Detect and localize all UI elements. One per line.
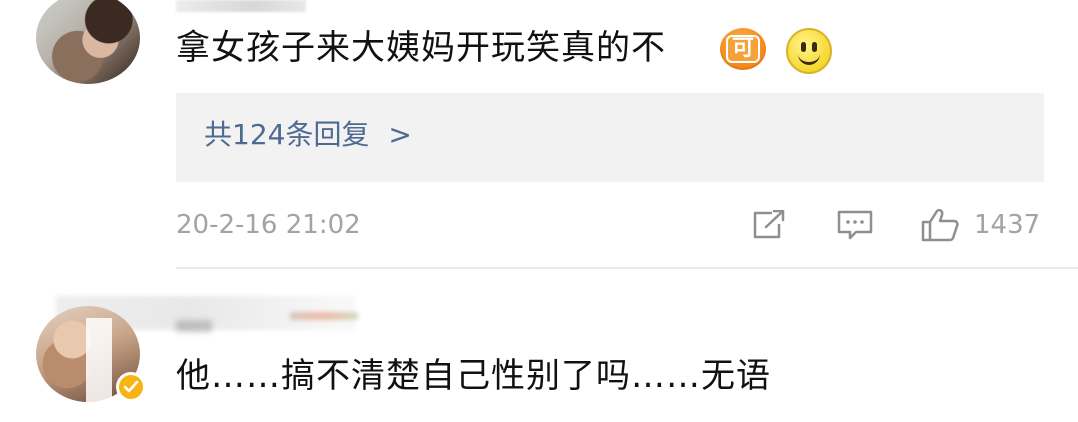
comment-text: 他……搞不清楚自己性别了吗……无语 [176, 356, 771, 396]
chevron-right-icon: > [388, 118, 412, 151]
username-blurred [176, 0, 306, 12]
replies-label: 共124条回复 [204, 118, 370, 151]
username-badges-blurred [290, 312, 358, 320]
verified-badge-icon [116, 372, 146, 402]
ke-emoji-icon: 可 [720, 28, 766, 70]
replies-panel[interactable]: 共124条回复 > [176, 93, 1044, 182]
share-button[interactable] [752, 208, 788, 242]
thumbs-up-icon [921, 208, 959, 242]
avatar[interactable] [36, 0, 140, 84]
comment-text: 拿女孩子来大姨妈开玩笑真的不 [176, 28, 666, 68]
avatar-mosaic-overlay [86, 318, 112, 422]
like-count: 1437 [974, 210, 1041, 240]
ke-emoji-label: 可 [725, 35, 760, 63]
username-blurred [176, 320, 212, 332]
comment-button[interactable] [836, 208, 874, 242]
comment-feed: 拿女孩子来大姨妈开玩笑真的不 可 共124条回复 > 20-2-16 21:02 [0, 0, 1078, 422]
smile-mouth [798, 50, 820, 65]
checkmark-icon [123, 380, 139, 393]
comment-divider [176, 267, 1078, 269]
like-button[interactable]: 1437 [920, 208, 1050, 242]
share-icon [753, 210, 785, 239]
comment-timestamp: 20-2-16 21:02 [176, 210, 361, 240]
view-replies-link[interactable]: 共124条回复 > [204, 117, 412, 153]
smile-emoji-icon [786, 28, 832, 74]
comment-icon [837, 210, 873, 240]
